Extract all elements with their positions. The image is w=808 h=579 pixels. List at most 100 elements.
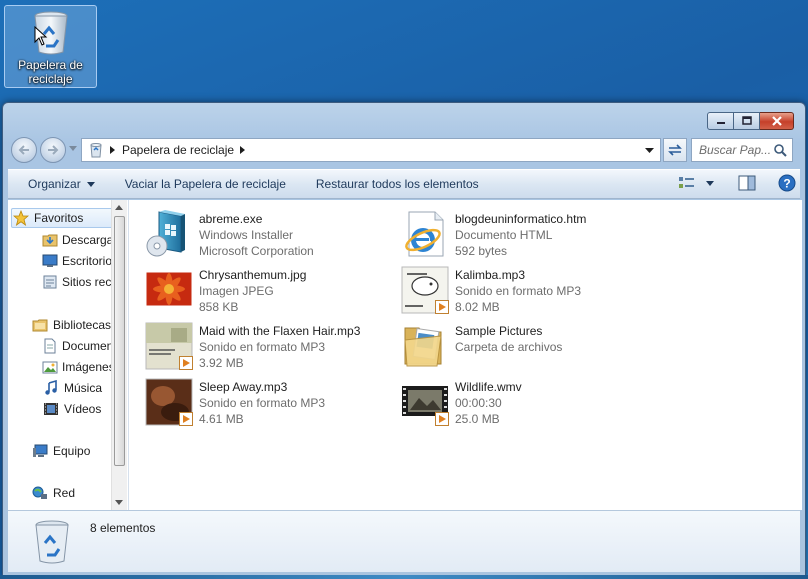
list-item[interactable]: Wildlife.wmv 00:00:30 25.0 MB bbox=[401, 378, 522, 430]
file-type: Sonido en formato MP3 bbox=[199, 340, 326, 354]
search-input[interactable] bbox=[699, 143, 771, 157]
file-detail: 4.61 MB bbox=[199, 412, 244, 426]
desktop-icon bbox=[42, 254, 58, 267]
forward-button[interactable] bbox=[40, 137, 66, 163]
command-bar: Organizar Vaciar la Papelera de reciclaj… bbox=[8, 169, 800, 199]
empty-recycle-bin-button[interactable]: Vaciar la Papelera de reciclaje bbox=[110, 177, 301, 191]
details-pane: 8 elementos bbox=[8, 510, 800, 572]
play-icon bbox=[183, 415, 190, 423]
svg-text:?: ? bbox=[783, 177, 790, 191]
play-overlay bbox=[179, 412, 193, 426]
file-detail: 592 bytes bbox=[455, 244, 508, 258]
arrow-right-icon bbox=[48, 145, 59, 155]
list-item[interactable]: abreme.exe Windows Installer Microsoft C… bbox=[145, 210, 314, 262]
nav-label: Bibliotecas bbox=[53, 318, 112, 332]
close-icon bbox=[771, 116, 782, 126]
play-overlay bbox=[179, 356, 193, 370]
recent-pages-chevron-icon[interactable] bbox=[69, 146, 77, 152]
maximize-button[interactable] bbox=[734, 112, 760, 130]
installer-icon bbox=[146, 210, 185, 257]
list-item[interactable]: Kalimba.mp3 Sonido en formato MP3 8.02 M… bbox=[401, 266, 581, 318]
nav-item-pictures[interactable]: Imágenes bbox=[42, 357, 112, 377]
videos-icon bbox=[44, 403, 58, 415]
nav-item-videos[interactable]: Vídeos bbox=[42, 399, 112, 419]
file-type: Sonido en formato MP3 bbox=[455, 284, 582, 298]
file-name: Maid with the Flaxen Hair.mp3 bbox=[199, 324, 361, 338]
nav-label: Imágenes bbox=[62, 360, 112, 374]
close-button[interactable] bbox=[760, 112, 794, 130]
file-type: Sonido en formato MP3 bbox=[199, 396, 326, 410]
file-name: Chrysanthemum.jpg bbox=[199, 268, 307, 282]
caption-buttons bbox=[707, 112, 794, 130]
address-dropdown-icon[interactable] bbox=[645, 148, 654, 154]
image-thumbnail bbox=[145, 271, 193, 307]
help-icon[interactable]: ? bbox=[778, 174, 796, 192]
item-count: 8 elementos bbox=[90, 521, 156, 535]
list-item[interactable]: Chrysanthemum.jpg Imagen JPEG 858 KB bbox=[145, 266, 306, 318]
nav-label: Red bbox=[53, 486, 76, 500]
recycle-bin-small-icon bbox=[90, 143, 102, 158]
nav-item-favorites[interactable]: Favoritos bbox=[11, 208, 113, 228]
breadcrumb-item[interactable]: Papelera de reciclaje bbox=[122, 143, 234, 157]
nav-item-documents[interactable]: Documentos bbox=[42, 336, 112, 356]
nav-item-recent-places[interactable]: Sitios recientes bbox=[42, 272, 112, 292]
play-overlay bbox=[435, 412, 449, 426]
list-item[interactable]: blogdeuninformatico.htm Documento HTML 5… bbox=[401, 210, 586, 262]
nav-label: Sitios recientes bbox=[62, 275, 112, 289]
navigation-scrollbar[interactable] bbox=[111, 200, 127, 510]
list-item[interactable]: Sleep Away.mp3 Sonido en formato MP3 4.6… bbox=[145, 378, 325, 430]
view-dropdown-icon[interactable] bbox=[706, 180, 714, 186]
breadcrumb-separator-icon[interactable] bbox=[240, 146, 246, 154]
chevron-down-icon bbox=[86, 181, 95, 187]
address-bar[interactable]: Papelera de reciclaje bbox=[81, 138, 661, 162]
preview-pane-icon[interactable] bbox=[738, 175, 756, 191]
explorer-window: Papelera de reciclaje Organizar Vaciar l… bbox=[2, 102, 806, 577]
nav-item-desktop[interactable]: Escritorio bbox=[42, 251, 112, 271]
star-icon bbox=[13, 210, 29, 226]
folder-icon bbox=[404, 327, 442, 367]
file-type: Documento HTML bbox=[455, 228, 553, 242]
nav-item-computer[interactable]: Equipo bbox=[31, 441, 112, 461]
file-name: Sample Pictures bbox=[455, 324, 543, 338]
play-overlay bbox=[435, 300, 449, 314]
minimize-icon bbox=[716, 122, 725, 124]
nav-label: Descargas bbox=[62, 233, 112, 247]
network-icon bbox=[32, 486, 47, 499]
nav-item-music[interactable]: Música bbox=[42, 378, 112, 398]
mouse-cursor-icon bbox=[34, 26, 48, 46]
refresh-icon bbox=[668, 144, 682, 156]
breadcrumb-separator-icon[interactable] bbox=[110, 146, 116, 154]
restore-all-label: Restaurar todos los elementos bbox=[315, 177, 479, 191]
nav-label: Equipo bbox=[53, 444, 91, 458]
scroll-up-arrow-icon[interactable] bbox=[115, 205, 123, 210]
change-view-icon[interactable] bbox=[678, 175, 696, 191]
nav-item-downloads[interactable]: Descargas bbox=[42, 230, 112, 250]
refresh-button[interactable] bbox=[663, 138, 687, 162]
minimize-button[interactable] bbox=[707, 112, 734, 130]
search-icon bbox=[774, 144, 787, 157]
recent-places-icon bbox=[43, 275, 57, 289]
list-item[interactable]: Sample Pictures Carpeta de archivos bbox=[401, 322, 562, 374]
scroll-down-arrow-icon[interactable] bbox=[115, 500, 123, 505]
nav-label: Música bbox=[64, 381, 103, 395]
nav-label: Documentos bbox=[62, 339, 112, 353]
list-item[interactable]: Maid with the Flaxen Hair.mp3 Sonido en … bbox=[145, 322, 360, 374]
nav-item-network[interactable]: Red bbox=[31, 483, 112, 503]
file-detail: 858 KB bbox=[199, 300, 239, 314]
back-button[interactable] bbox=[11, 137, 37, 163]
search-box[interactable] bbox=[691, 138, 793, 162]
arrow-left-icon bbox=[18, 145, 29, 155]
scrollbar-thumb[interactable] bbox=[114, 216, 125, 466]
restore-all-button[interactable]: Restaurar todos los elementos bbox=[301, 177, 494, 191]
file-name: blogdeuninformatico.htm bbox=[455, 212, 587, 226]
nav-item-libraries[interactable]: Bibliotecas bbox=[31, 315, 112, 335]
empty-recycle-bin-label: Vaciar la Papelera de reciclaje bbox=[124, 177, 286, 191]
breadcrumb: Papelera de reciclaje bbox=[88, 142, 246, 158]
organize-button[interactable]: Organizar bbox=[8, 177, 110, 191]
nav-label: Escritorio bbox=[62, 254, 112, 268]
music-icon bbox=[45, 380, 57, 395]
desktop-recycle-bin[interactable]: Papelera de reciclaje bbox=[4, 5, 97, 88]
nav-label: Vídeos bbox=[64, 402, 102, 416]
nav-label: Favoritos bbox=[34, 211, 84, 225]
file-detail: 25.0 MB bbox=[455, 412, 500, 426]
